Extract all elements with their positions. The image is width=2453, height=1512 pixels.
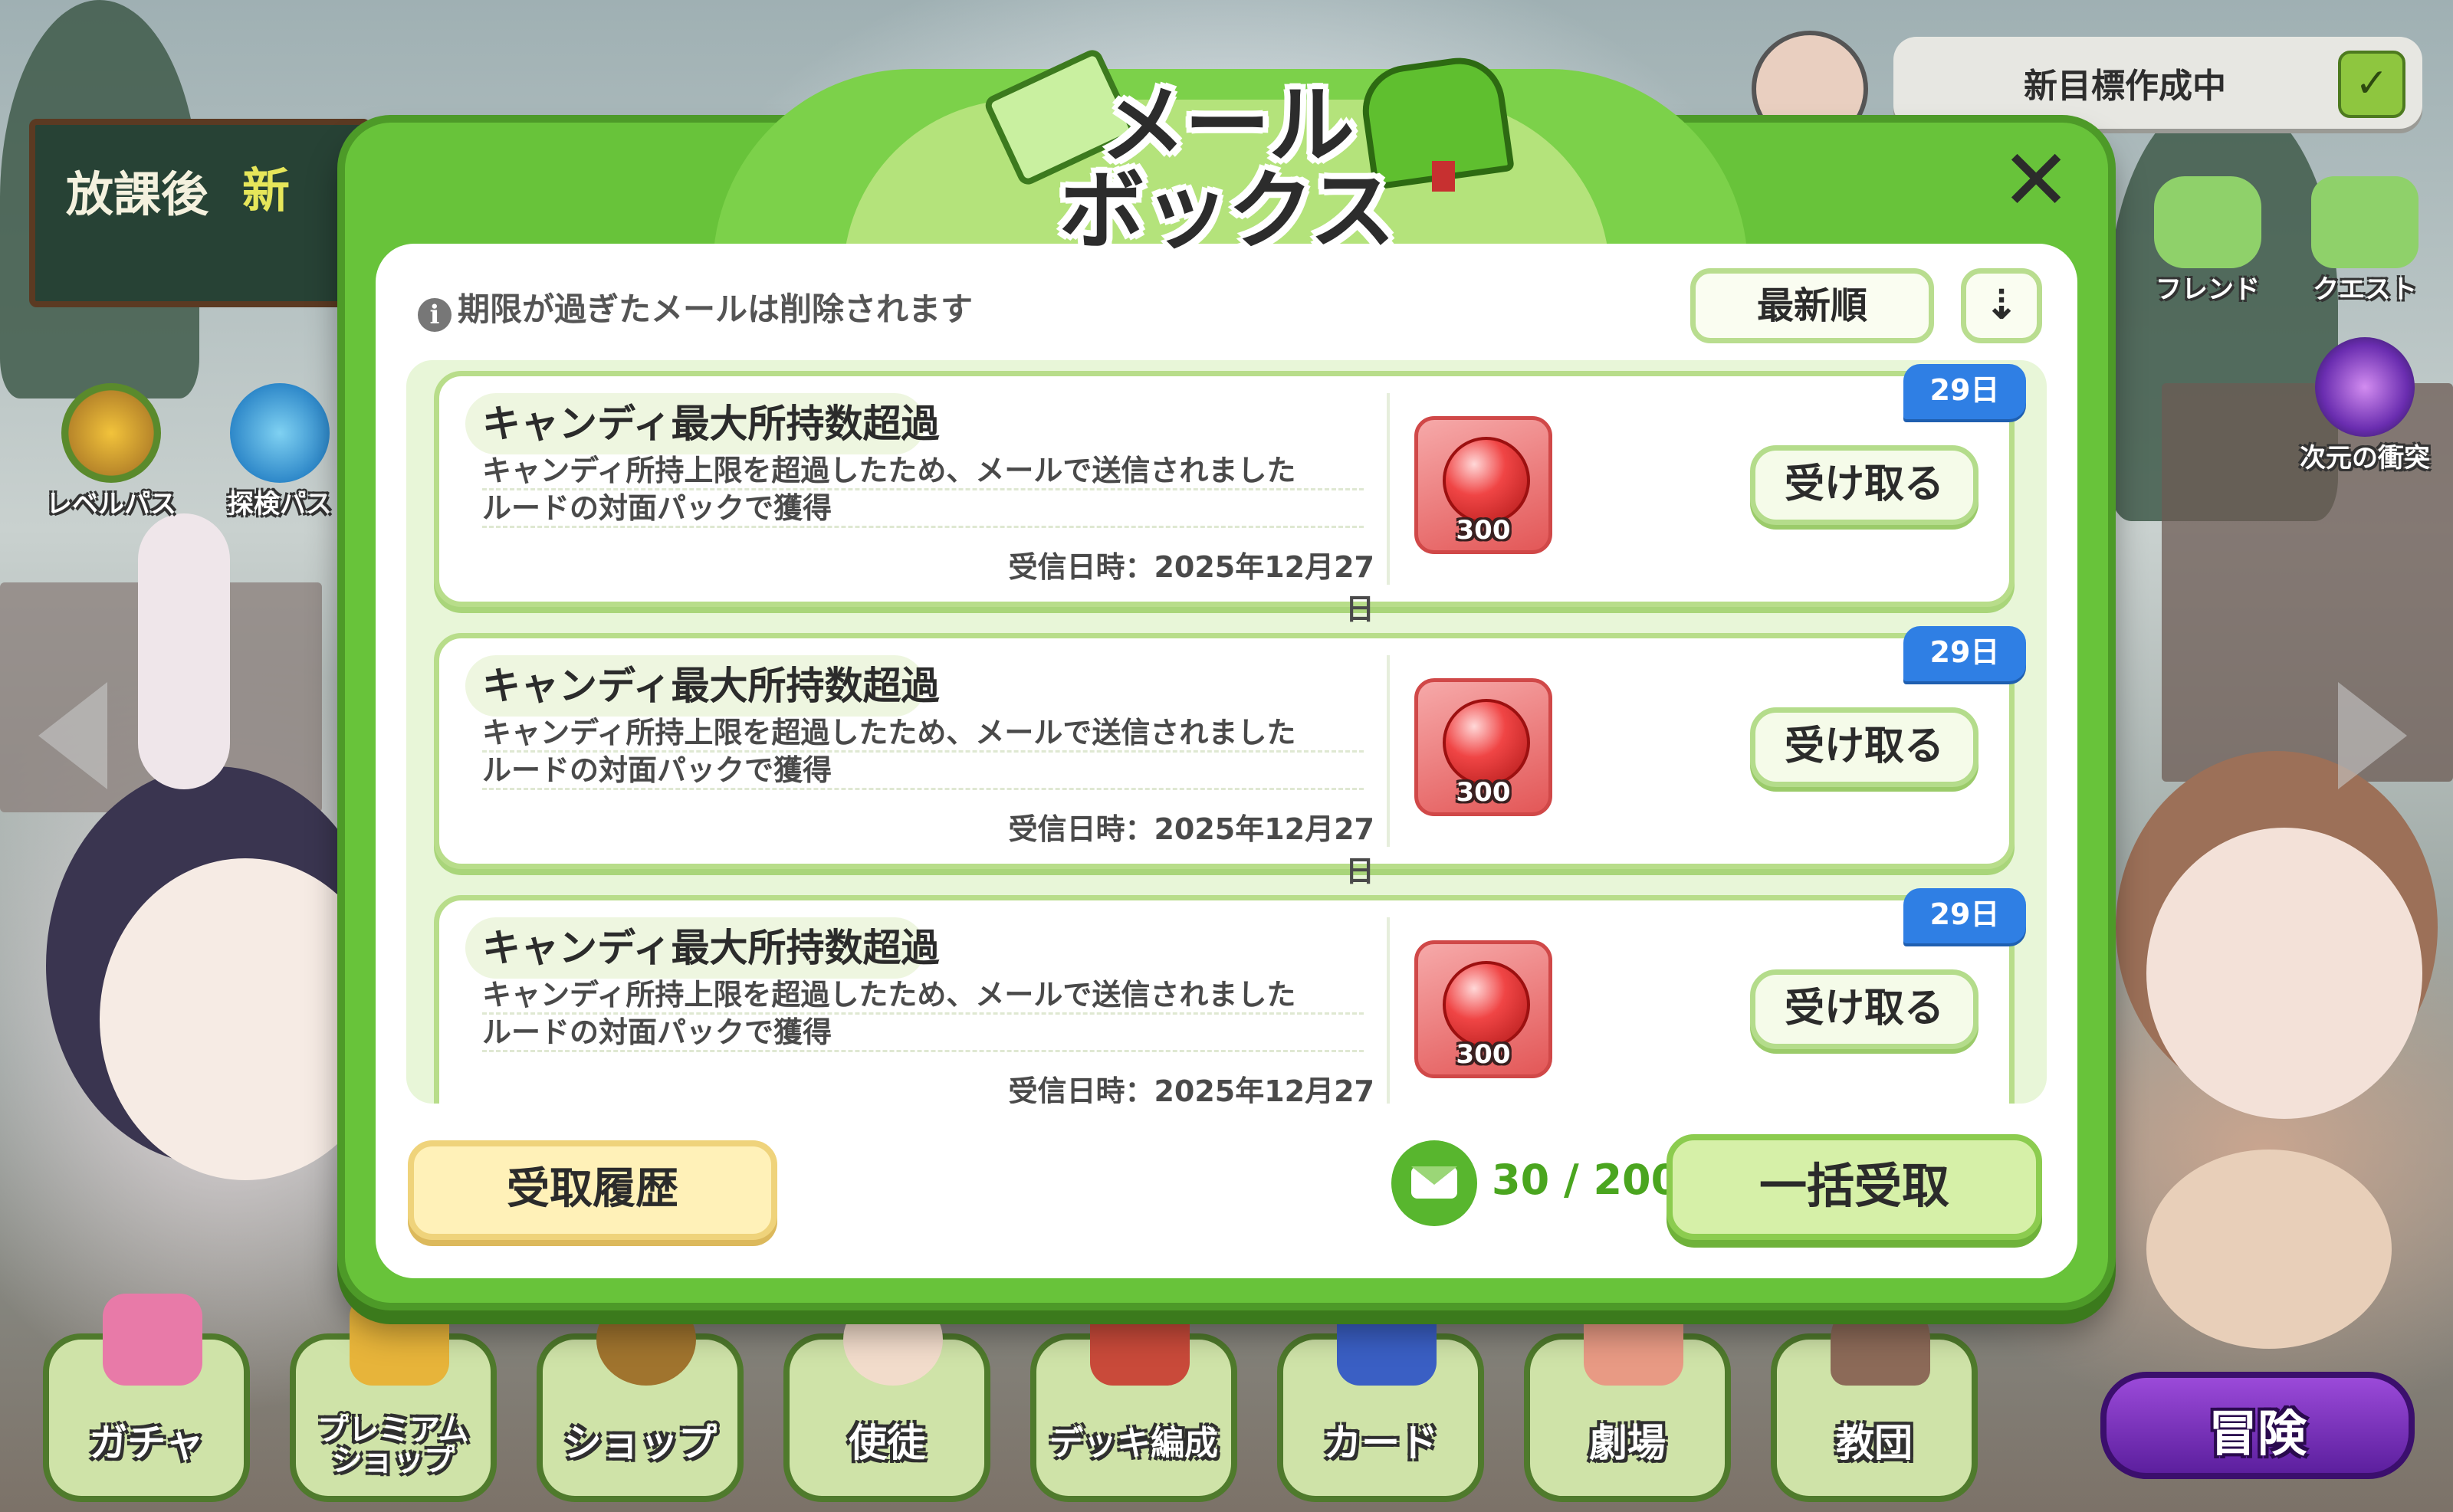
friend-label: フレンド	[2156, 274, 2260, 305]
modal-title-line1: メール	[1100, 76, 1355, 175]
quest-check-icon	[2311, 176, 2419, 268]
chalkboard-accent-text: 新	[242, 162, 291, 218]
info-icon: i	[418, 298, 452, 332]
adventure-label: 冒険	[2208, 1406, 2307, 1463]
quest-button[interactable]: クエスト	[2288, 176, 2442, 306]
mail-date: 受信日時：2025年12月27日	[1008, 812, 1374, 888]
ticket-icon	[230, 383, 330, 483]
nav-order-label: 教団	[1836, 1421, 1913, 1465]
character-face	[2146, 828, 2422, 1119]
nav-theater-label: 劇場	[1589, 1421, 1666, 1465]
mail-date: 受信日時：2025年12月27日	[1008, 1074, 1374, 1104]
mail-body: キャンディ所持上限を超過したため、メールで送信されました ルードの対面パックで獲…	[482, 715, 1364, 790]
level-pass-button[interactable]: レベルパス	[34, 383, 188, 520]
explore-pass-label: 探検パス	[228, 489, 332, 520]
mail-body-line: キャンディ所持上限を超過したため、メールで送信されました	[482, 715, 1364, 753]
divider	[1387, 917, 1390, 1104]
receive-button[interactable]: 受け取る	[1750, 969, 1978, 1049]
receive-history-button[interactable]: 受取履歴	[408, 1140, 777, 1240]
dimension-clash-label: 次元の衝突	[2300, 443, 2430, 474]
goal-banner-text: 新目標作成中	[2024, 67, 2226, 106]
divider	[1387, 655, 1390, 847]
gem-icon	[103, 1294, 202, 1386]
mail-title: キャンディ最大所持数超過	[482, 664, 940, 708]
mail-body: キャンディ所持上限を超過したため、メールで送信されました ルードの対面パックで獲…	[482, 977, 1364, 1052]
nav-apostle[interactable]: 使徒	[783, 1294, 990, 1502]
mail-count: 30 / 200	[1492, 1156, 1680, 1204]
chalkboard-text: 放課後	[66, 166, 209, 222]
quest-label: クエスト	[2313, 274, 2417, 305]
expiry-notice: i 期限が過ぎたメールは削除されます	[418, 284, 973, 332]
days-left-badge: 29日	[1903, 364, 2026, 419]
mail-item: キャンディ最大所持数超過 キャンディ所持上限を超過したため、メールで送信されまし…	[434, 888, 2026, 1104]
nav-gacha[interactable]: ガチャ	[43, 1294, 250, 1502]
reward-item[interactable]: 300	[1414, 678, 1552, 816]
mail-item: キャンディ最大所持数超過 キャンディ所持上限を超過したため、メールで送信されまし…	[434, 626, 2026, 888]
reward-amount: 300	[1456, 777, 1511, 808]
checkmark-icon: ✓	[2338, 51, 2405, 118]
mail-body-line: ルードの対面パックで獲得	[482, 490, 1364, 528]
expiry-notice-text: 期限が過ぎたメールは削除されます	[458, 290, 974, 328]
mail-title: キャンディ最大所持数超過	[482, 926, 940, 970]
close-icon[interactable]: ✕	[2001, 138, 2071, 222]
bottom-navigation: ガチャ プレミアム ショップ ショップ 使徒 デッキ編成 カード 劇場 教団	[31, 1294, 2062, 1512]
mail-body-line: ルードの対面パックで獲得	[482, 753, 1364, 790]
modal-title-line2: ボックス	[1059, 162, 1396, 261]
bunny-ear	[138, 513, 230, 789]
candy-icon	[1443, 699, 1530, 786]
nav-card[interactable]: カード	[1277, 1294, 1484, 1502]
nav-premium-shop[interactable]: プレミアム ショップ	[290, 1294, 497, 1502]
nav-gacha-label: ガチャ	[89, 1421, 204, 1465]
mail-list[interactable]: キャンディ最大所持数超過 キャンディ所持上限を超過したため、メールで送信されまし…	[406, 360, 2047, 1104]
nav-shop[interactable]: ショップ	[537, 1294, 744, 1502]
reward-amount: 300	[1456, 1039, 1511, 1070]
friends-icon	[2154, 176, 2261, 268]
nav-card-label: カード	[1323, 1421, 1438, 1465]
reward-item[interactable]: 300	[1414, 940, 1552, 1078]
nav-deck[interactable]: デッキ編成	[1030, 1294, 1237, 1502]
sort-order-toggle-icon[interactable]: ⇣	[1961, 268, 2042, 343]
reward-item[interactable]: 300	[1414, 416, 1552, 554]
level-pass-label: レベルパス	[46, 489, 176, 520]
receive-button[interactable]: 受け取る	[1750, 445, 1978, 525]
mail-body-line: キャンディ所持上限を超過したため、メールで送信されました	[482, 453, 1364, 490]
mascot-character	[2146, 1150, 2392, 1349]
nav-deck-label: デッキ編成	[1049, 1424, 1218, 1463]
mail-date: 受信日時：2025年12月27日	[1008, 550, 1374, 626]
envelope-flap	[1411, 1166, 1457, 1185]
explore-pass-button[interactable]: 探検パス	[203, 383, 356, 520]
sunflower-icon	[61, 383, 161, 483]
days-left-badge: 29日	[1903, 626, 2026, 681]
nav-theater[interactable]: 劇場	[1524, 1294, 1731, 1502]
claim-all-button[interactable]: 一括受取	[1667, 1134, 2042, 1240]
mailbox-post	[1432, 161, 1455, 192]
divider	[1387, 393, 1390, 585]
previous-arrow-icon[interactable]	[38, 682, 107, 789]
nav-order[interactable]: 教団	[1771, 1294, 1978, 1502]
sort-dropdown[interactable]: 最新順	[1690, 268, 1934, 343]
nav-premium-shop-label: プレミアム ショップ	[317, 1412, 469, 1478]
nav-shop-label: ショップ	[563, 1421, 717, 1465]
candy-icon	[1443, 961, 1530, 1048]
next-arrow-icon[interactable]	[2338, 682, 2407, 789]
mail-body-line: ルードの対面パックで獲得	[482, 1015, 1364, 1052]
adventure-button[interactable]: 冒険	[2100, 1372, 2415, 1479]
mail-body-line: キャンディ所持上限を超過したため、メールで送信されました	[482, 977, 1364, 1015]
event-chalkboard-banner[interactable]: 放課後 新	[29, 119, 371, 307]
mail-body: キャンディ所持上限を超過したため、メールで送信されました ルードの対面パックで獲…	[482, 453, 1364, 528]
nav-apostle-label: 使徒	[849, 1421, 925, 1465]
dimension-clash-button[interactable]: 次元の衝突	[2281, 337, 2449, 474]
days-left-badge: 29日	[1903, 888, 2026, 943]
mail-title: キャンディ最大所持数超過	[482, 402, 940, 446]
mail-count-icon	[1391, 1140, 1477, 1226]
portal-icon	[2315, 337, 2415, 437]
candy-icon	[1443, 437, 1530, 524]
reward-amount: 300	[1456, 515, 1511, 546]
friend-button[interactable]: フレンド	[2131, 176, 2284, 306]
mail-item: キャンディ最大所持数超過 キャンディ所持上限を超過したため、メールで送信されまし…	[434, 364, 2026, 626]
modal-title: メール ボックス	[1058, 76, 1396, 261]
receive-button[interactable]: 受け取る	[1750, 707, 1978, 787]
